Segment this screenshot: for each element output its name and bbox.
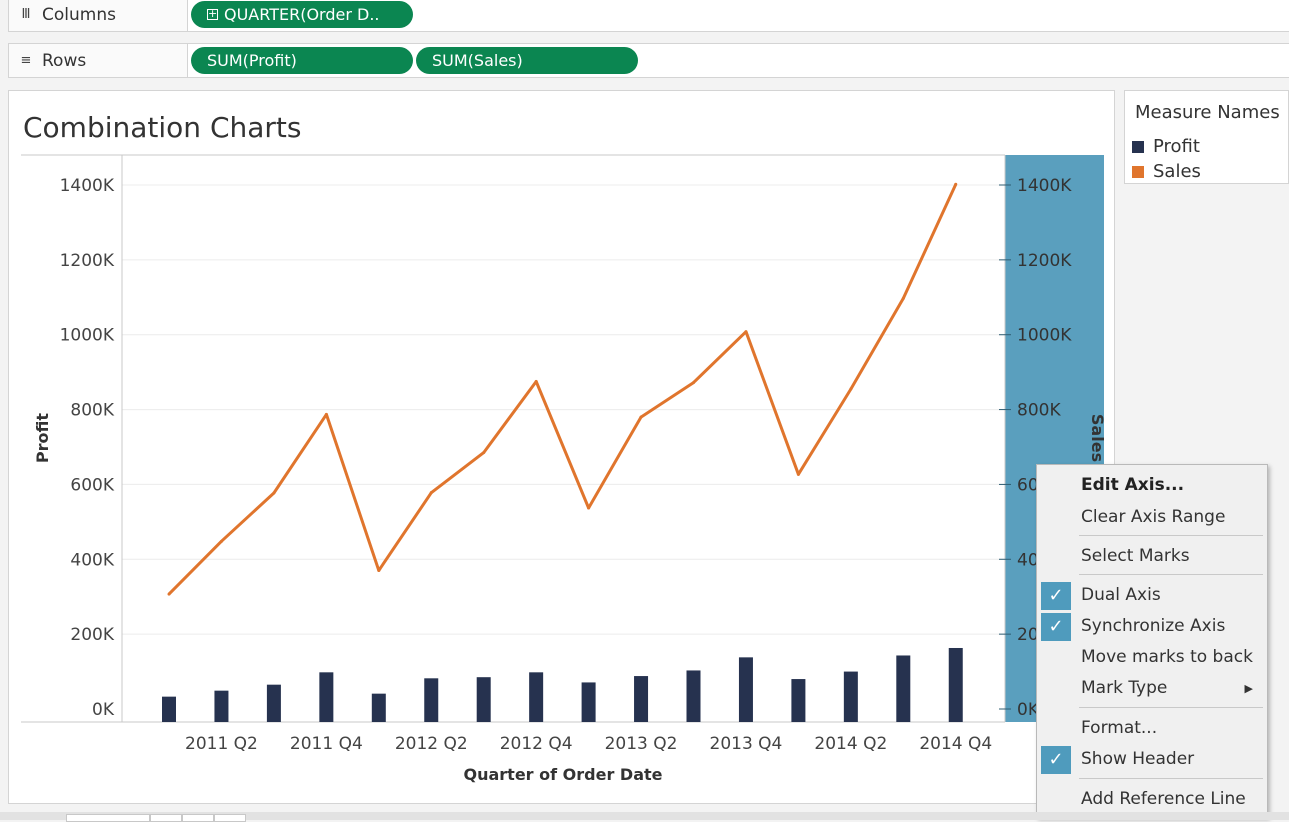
y-tick-label-right: 1000K xyxy=(1017,326,1072,346)
menu-item-clear-axis-range[interactable]: Clear Axis Range xyxy=(1037,503,1267,531)
legend-panel: Measure Names Profit Sales xyxy=(1124,90,1289,184)
menu-item-dual-axis[interactable]: ✓ Dual Axis xyxy=(1037,581,1267,610)
profit-bar[interactable] xyxy=(371,693,386,722)
columns-shelf[interactable]: Ⅲ Columns + QUARTER(Order D.. xyxy=(8,0,1289,32)
profit-bar[interactable] xyxy=(948,647,963,722)
rows-shelf[interactable]: ≡ Rows SUM(Profit) SUM(Sales) xyxy=(8,43,1289,78)
x-tick-label: 2011 Q4 xyxy=(290,734,363,754)
menu-separator xyxy=(1079,574,1263,575)
sales-point xyxy=(587,506,591,510)
sales-point xyxy=(639,415,643,419)
x-tick-label: 2013 Q4 xyxy=(710,734,783,754)
sales-point xyxy=(167,592,171,596)
menu-item-mark-type[interactable]: Mark Type ▶ xyxy=(1037,674,1267,702)
y-tick-label-left: 1200K xyxy=(60,251,115,271)
y-axis-title-right: Sales xyxy=(1088,414,1107,462)
sales-swatch xyxy=(1132,165,1144,178)
sales-point xyxy=(219,539,223,543)
menu-item-format[interactable]: Format... xyxy=(1037,714,1267,742)
x-tick-label: 2012 Q2 xyxy=(395,734,468,754)
profit-bar[interactable] xyxy=(896,655,911,722)
profit-bar[interactable] xyxy=(529,672,544,722)
y-tick-label-left: 1400K xyxy=(60,176,115,196)
profit-bar[interactable] xyxy=(162,696,176,722)
profit-bar[interactable] xyxy=(843,671,858,722)
sum-profit-pill[interactable]: SUM(Profit) xyxy=(191,47,413,74)
y-tick-label-right: 1200K xyxy=(1017,251,1072,271)
menu-item-add-reference-line[interactable]: Add Reference Line xyxy=(1037,785,1267,813)
y-tick-label-left: 800K xyxy=(70,401,114,421)
x-tick-label: 2014 Q4 xyxy=(919,734,992,754)
sheet-tab[interactable] xyxy=(182,814,214,822)
rows-icon: ≡ xyxy=(20,53,32,68)
menu-separator xyxy=(1079,707,1263,708)
chart-panel: Combination Charts 0K 0K 200K 20 400K 40 600K 6… xyxy=(8,90,1115,804)
sales-point xyxy=(534,380,538,383)
legend-title: Measure Names xyxy=(1135,102,1280,123)
y-tick-label-left: 0K xyxy=(92,700,115,720)
y-tick-label-right: 800K xyxy=(1017,401,1061,421)
menu-item-edit-axis[interactable]: Edit Axis... xyxy=(1037,471,1267,499)
y-tick-label-left: 200K xyxy=(70,625,114,645)
menu-item-synchronize-axis[interactable]: ✓ Synchronize Axis xyxy=(1037,612,1267,641)
y-tick-label-left: 1000K xyxy=(60,326,115,346)
sales-point xyxy=(377,569,381,573)
profit-bar[interactable] xyxy=(319,672,334,722)
axis-context-menu[interactable]: Edit Axis... Clear Axis Range Select Mar… xyxy=(1036,464,1268,818)
legend-item-profit[interactable]: Profit xyxy=(1132,136,1200,157)
sum-sales-pill[interactable]: SUM(Sales) xyxy=(416,47,638,74)
profit-bar[interactable] xyxy=(214,690,229,722)
sales-point xyxy=(744,330,748,334)
profit-bar[interactable] xyxy=(424,678,439,722)
menu-item-select-marks[interactable]: Select Marks xyxy=(1037,542,1267,570)
submenu-arrow-icon: ▶ xyxy=(1244,681,1253,695)
x-axis-title: Quarter of Order Date xyxy=(464,765,663,784)
x-tick-label: 2011 Q2 xyxy=(185,734,258,754)
columns-shelf-label: Ⅲ Columns xyxy=(9,0,188,31)
checkmark-icon: ✓ xyxy=(1041,582,1071,610)
profit-bar[interactable] xyxy=(738,657,753,722)
sales-point xyxy=(954,182,958,186)
x-tick-label: 2014 Q2 xyxy=(814,734,887,754)
x-tick-label: 2013 Q2 xyxy=(605,734,678,754)
legend-item-sales[interactable]: Sales xyxy=(1132,161,1201,182)
y-tick-label-right: 1400K xyxy=(1017,176,1072,196)
combination-chart[interactable]: 0K 0K200K 20400K 40600K 60800K 800K1000K 1000K… xyxy=(9,91,1114,803)
y-tick-label-left: 600K xyxy=(70,475,114,495)
menu-separator xyxy=(1079,535,1263,536)
sheet-tab[interactable] xyxy=(66,814,150,822)
checkmark-icon: ✓ xyxy=(1041,613,1071,641)
sales-point xyxy=(901,296,905,300)
profit-bar[interactable] xyxy=(266,684,281,722)
checkmark-icon: ✓ xyxy=(1041,746,1071,774)
menu-item-show-header[interactable]: ✓ Show Header xyxy=(1037,745,1267,774)
sales-point xyxy=(429,491,433,495)
quarter-order-date-pill[interactable]: + QUARTER(Order D.. xyxy=(191,1,413,28)
menu-separator xyxy=(1079,778,1263,779)
sales-point xyxy=(324,412,328,416)
sales-point xyxy=(482,451,486,455)
sheet-tab[interactable] xyxy=(150,814,182,822)
sales-line[interactable] xyxy=(167,183,958,596)
menu-item-move-marks-to-back[interactable]: Move marks to back xyxy=(1037,643,1267,671)
expand-plus-icon[interactable]: + xyxy=(207,8,218,20)
sales-point xyxy=(272,491,276,495)
sales-point xyxy=(796,472,800,476)
profit-bar[interactable] xyxy=(581,682,596,722)
y-axis-title-left: Profit xyxy=(33,413,52,463)
columns-icon: Ⅲ xyxy=(21,7,31,22)
y-tick-label-left: 400K xyxy=(70,550,114,570)
rows-shelf-label: ≡ Rows xyxy=(9,44,188,77)
sales-point xyxy=(849,387,853,391)
x-tick-label: 2012 Q4 xyxy=(500,734,573,754)
profit-bar[interactable] xyxy=(791,679,806,722)
sales-point xyxy=(692,381,695,385)
profit-bar[interactable] xyxy=(476,677,491,722)
sheet-tab[interactable] xyxy=(214,814,246,822)
profit-bar[interactable] xyxy=(634,676,649,722)
profit-swatch xyxy=(1132,140,1144,153)
profit-bar[interactable] xyxy=(686,670,701,722)
